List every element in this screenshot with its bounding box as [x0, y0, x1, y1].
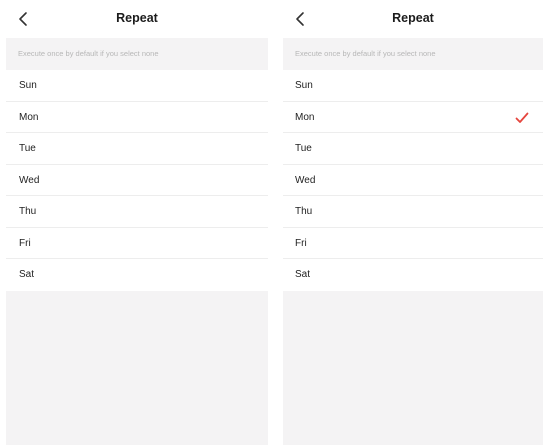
- day-label: Wed: [295, 174, 316, 186]
- day-row-wed[interactable]: Wed: [283, 165, 543, 196]
- day-label: Sun: [19, 80, 37, 91]
- header: Repeat: [283, 0, 543, 38]
- day-label: Wed: [19, 174, 40, 186]
- day-row-mon[interactable]: Mon: [283, 102, 543, 133]
- page-title: Repeat: [116, 11, 158, 25]
- day-label: Sat: [19, 269, 35, 280]
- day-row-tue[interactable]: Tue: [283, 133, 543, 165]
- repeat-screen-mon-selected: Repeat Execute once by default if you se…: [283, 0, 543, 445]
- day-row-wed[interactable]: Wed: [6, 165, 268, 196]
- day-label: Mon: [295, 111, 315, 123]
- hint-text: Execute once by default if you select no…: [283, 38, 543, 70]
- day-label: Tue: [19, 143, 36, 154]
- day-label: Fri: [19, 237, 31, 249]
- header: Repeat: [6, 0, 268, 38]
- day-label: Sun: [295, 80, 313, 91]
- day-label: Thu: [295, 206, 313, 217]
- day-label: Fri: [295, 237, 307, 249]
- day-row-sun[interactable]: Sun: [283, 70, 543, 102]
- day-row-thu[interactable]: Thu: [283, 196, 543, 228]
- day-row-sun[interactable]: Sun: [6, 70, 268, 102]
- hint-text: Execute once by default if you select no…: [6, 38, 268, 70]
- day-row-tue[interactable]: Tue: [6, 133, 268, 165]
- day-row-fri[interactable]: Fri: [283, 228, 543, 259]
- day-row-thu[interactable]: Thu: [6, 196, 268, 228]
- day-label: Mon: [19, 111, 39, 123]
- day-row-sat[interactable]: Sat: [6, 259, 268, 291]
- day-list: Sun Mon Tue Wed Thu Fri Sat: [283, 70, 543, 291]
- day-label: Tue: [295, 143, 312, 154]
- page-title: Repeat: [392, 11, 434, 25]
- day-row-sat[interactable]: Sat: [283, 259, 543, 291]
- stage: Repeat Execute once by default if you se…: [0, 0, 547, 445]
- day-label: Thu: [19, 206, 37, 217]
- checkmark-icon: [515, 112, 529, 123]
- repeat-screen-unselected: Repeat Execute once by default if you se…: [6, 0, 268, 445]
- day-list: Sun Mon Tue Wed Thu Fri Sat: [6, 70, 268, 291]
- day-row-fri[interactable]: Fri: [6, 228, 268, 259]
- day-label: Sat: [295, 269, 311, 280]
- day-row-mon[interactable]: Mon: [6, 102, 268, 133]
